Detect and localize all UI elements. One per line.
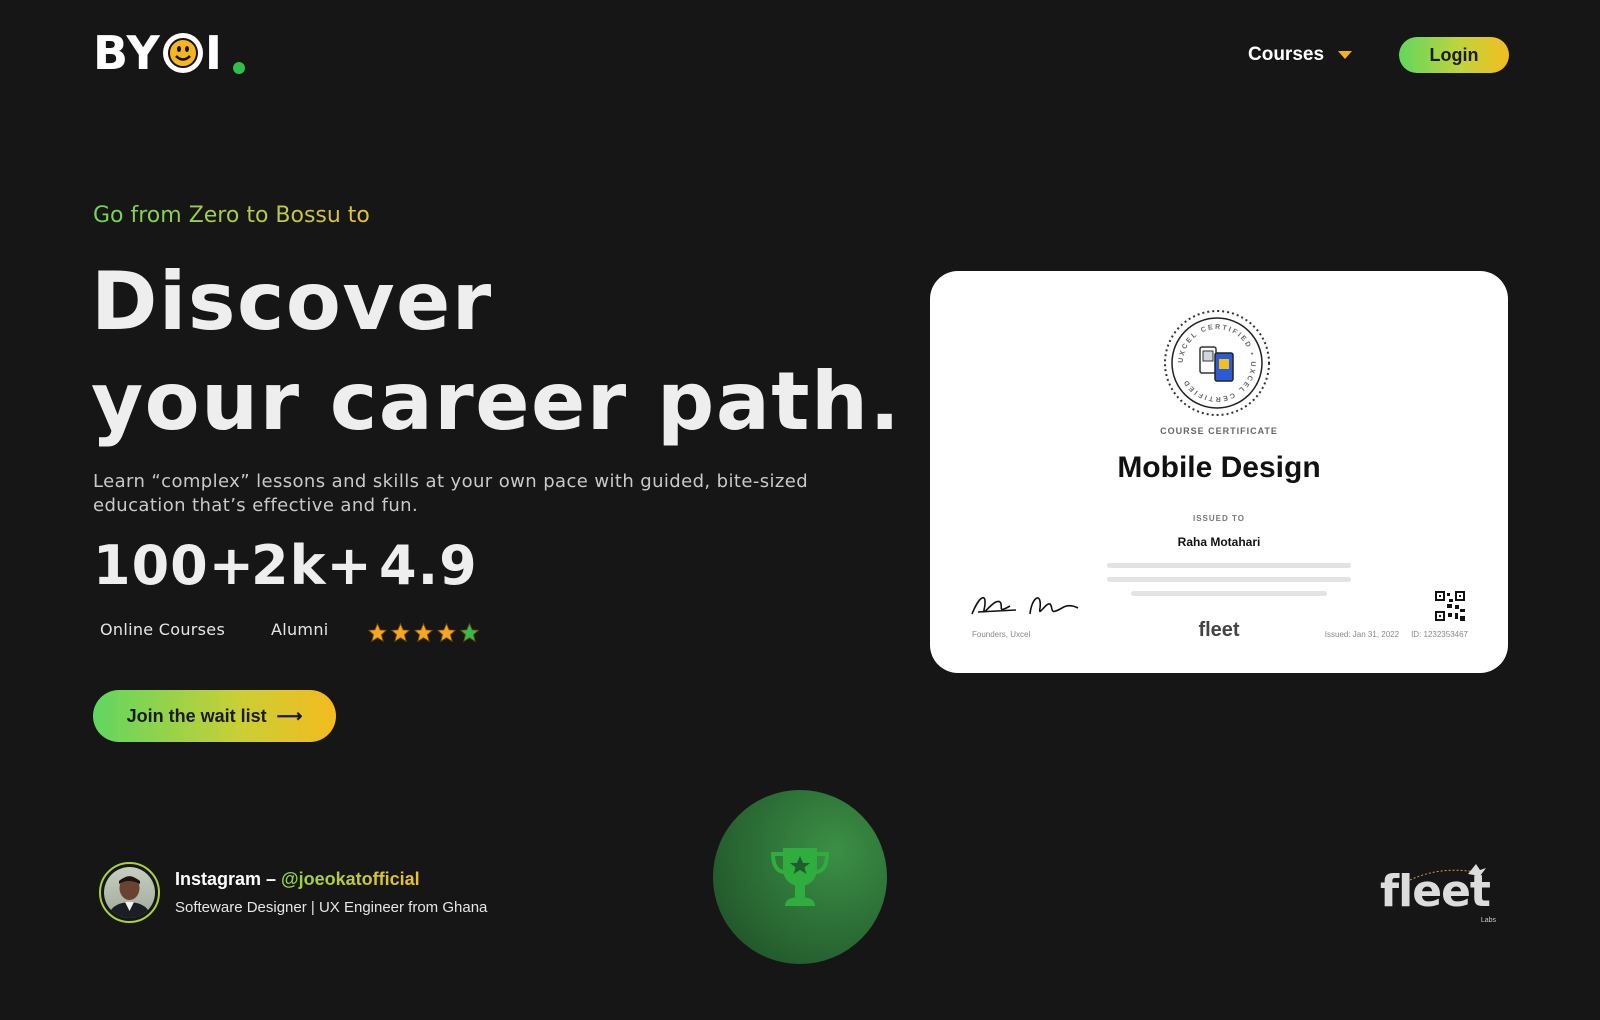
certificate-text-line xyxy=(1131,591,1327,596)
certificate-card: UXCEL CERTIFIED • UXCEL CERTIFIED COURSE… xyxy=(930,271,1508,673)
certificate-issued-to-label: ISSUED TO xyxy=(1193,514,1245,523)
certificate-issued-date: Issued: Jan 31, 2022 xyxy=(1324,630,1400,639)
courses-dropdown[interactable]: Courses xyxy=(1248,44,1353,66)
certificate-meta: Issued: Jan 31, 2022 ID: 1232353467 xyxy=(1325,630,1468,639)
qr-code-icon xyxy=(1435,591,1465,621)
certificate-seal-icon: UXCEL CERTIFIED • UXCEL CERTIFIED xyxy=(1164,310,1270,416)
profile-title: Instagram – @joeokatofficial xyxy=(175,869,420,890)
instagram-handle-link[interactable]: @joeokatofficial xyxy=(281,869,420,889)
arrow-right-icon: ⟶ xyxy=(276,706,303,726)
hero-eyebrow: Go from Zero to Bossu to xyxy=(93,203,370,228)
waitlist-label: Join the wait list xyxy=(126,705,267,726)
signature-icon xyxy=(971,596,1079,615)
rating-stars xyxy=(367,622,480,643)
smiley-face-icon xyxy=(162,33,203,73)
logo-text-by: BY xyxy=(93,26,161,80)
star-icon xyxy=(413,622,434,643)
star-icon xyxy=(436,622,457,643)
avatar xyxy=(99,862,160,923)
logo-dot xyxy=(232,62,245,74)
trophy-badge xyxy=(713,790,887,964)
certificate-text-line xyxy=(1107,577,1351,582)
login-button[interactable]: Login xyxy=(1399,37,1509,73)
headline-line-2: your career path. xyxy=(91,355,902,448)
stat-alumni-value: 2k+ xyxy=(251,534,373,597)
star-icon xyxy=(367,622,388,643)
stat-courses-value: 100+ xyxy=(93,534,255,597)
certificate-title: Mobile Design xyxy=(1117,451,1321,484)
certificate-id: ID: 1232353467 xyxy=(1411,630,1468,639)
fleet-labs-logo: fleet Labs xyxy=(1380,862,1504,924)
join-waitlist-button[interactable]: Join the wait list ⟶ xyxy=(93,690,336,742)
star-icon xyxy=(390,622,411,643)
stat-courses-label: Online Courses xyxy=(100,620,226,639)
headline-line-1: Discover xyxy=(91,255,493,348)
chevron-down-icon xyxy=(1338,51,1353,59)
star-icon xyxy=(459,622,480,643)
certificate-recipient: Raha Motahari xyxy=(1177,535,1261,549)
trophy-icon xyxy=(770,848,830,906)
certificate-text-line xyxy=(1107,563,1351,568)
profile-prefix: Instagram – xyxy=(175,869,282,889)
profile-bio: Softeware Designer | UX Engineer from Gh… xyxy=(175,899,488,916)
hero-headline: Discover your career path. xyxy=(91,252,901,452)
stat-rating-value: 4.9 xyxy=(379,534,478,597)
fleet-logo-text: fleet xyxy=(1380,866,1491,917)
hero-description: Learn “complex” lessons and skills at yo… xyxy=(93,471,809,516)
person-icon xyxy=(108,876,151,918)
courses-label: Courses xyxy=(1248,44,1325,65)
fleet-logo-sub: Labs xyxy=(1480,917,1496,924)
logo-text-i: I xyxy=(204,26,223,80)
brand-logo[interactable]: BY I xyxy=(93,30,245,76)
certificate-kicker: COURSE CERTIFICATE xyxy=(1160,426,1278,436)
stat-alumni-label: Alumni xyxy=(271,620,329,639)
